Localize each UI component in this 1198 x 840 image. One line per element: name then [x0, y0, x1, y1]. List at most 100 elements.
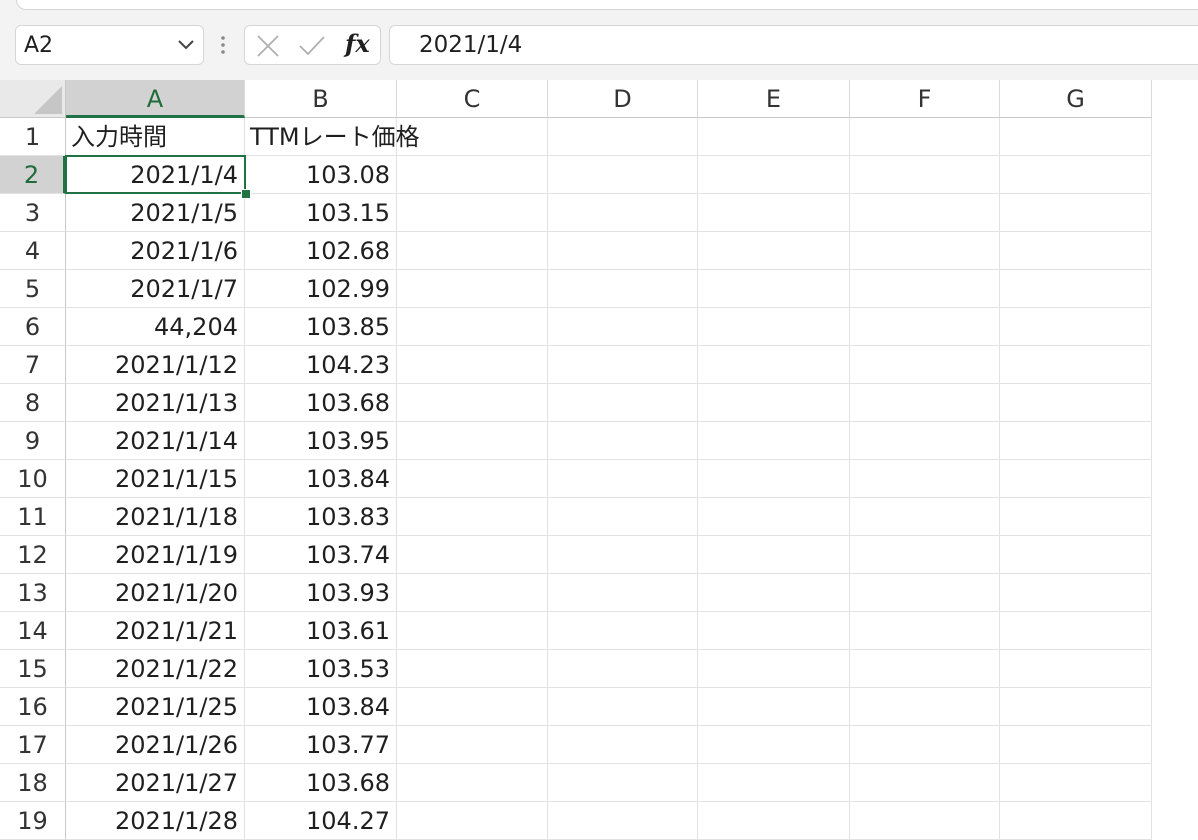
row-header-14[interactable]: 14	[0, 612, 66, 650]
column-header-f[interactable]: F	[850, 80, 1000, 118]
cell-a17[interactable]: 2021/1/26	[66, 726, 245, 764]
row-header-17[interactable]: 17	[0, 726, 66, 764]
cell-b19[interactable]: 104.27	[245, 802, 397, 840]
cell-f7[interactable]	[850, 346, 1000, 384]
cell-d3[interactable]	[548, 194, 698, 232]
cell-c12[interactable]	[397, 536, 548, 574]
row-header-18[interactable]: 18	[0, 764, 66, 802]
cell-e16[interactable]	[698, 688, 850, 726]
cell-b15[interactable]: 103.53	[245, 650, 397, 688]
cell-a19[interactable]: 2021/1/28	[66, 802, 245, 840]
cell-a9[interactable]: 2021/1/14	[66, 422, 245, 460]
cell-e17[interactable]	[698, 726, 850, 764]
cell-e12[interactable]	[698, 536, 850, 574]
cell-a6[interactable]: 44,204	[66, 308, 245, 346]
cell-f11[interactable]	[850, 498, 1000, 536]
cell-a3[interactable]: 2021/1/5	[66, 194, 245, 232]
row-header-4[interactable]: 4	[0, 232, 66, 270]
cell-a15[interactable]: 2021/1/22	[66, 650, 245, 688]
cell-g2[interactable]	[1000, 156, 1152, 194]
cell-c6[interactable]	[397, 308, 548, 346]
cell-f18[interactable]	[850, 764, 1000, 802]
cell-e2[interactable]	[698, 156, 850, 194]
row-header-6[interactable]: 6	[0, 308, 66, 346]
cell-a8[interactable]: 2021/1/13	[66, 384, 245, 422]
cell-c8[interactable]	[397, 384, 548, 422]
row-header-9[interactable]: 9	[0, 422, 66, 460]
cell-c11[interactable]	[397, 498, 548, 536]
cell-a11[interactable]: 2021/1/18	[66, 498, 245, 536]
cell-c15[interactable]	[397, 650, 548, 688]
cell-e5[interactable]	[698, 270, 850, 308]
cell-b9[interactable]: 103.95	[245, 422, 397, 460]
cell-e6[interactable]	[698, 308, 850, 346]
cell-f8[interactable]	[850, 384, 1000, 422]
column-header-g[interactable]: G	[1000, 80, 1152, 118]
column-header-c[interactable]: C	[397, 80, 548, 118]
column-header-d[interactable]: D	[548, 80, 698, 118]
cell-e13[interactable]	[698, 574, 850, 612]
row-header-19[interactable]: 19	[0, 802, 66, 840]
cell-a7[interactable]: 2021/1/12	[66, 346, 245, 384]
cell-g1[interactable]	[1000, 118, 1152, 156]
cell-a12[interactable]: 2021/1/19	[66, 536, 245, 574]
cell-g7[interactable]	[1000, 346, 1152, 384]
cell-g5[interactable]	[1000, 270, 1152, 308]
select-all-button[interactable]	[0, 80, 66, 118]
cell-b7[interactable]: 104.23	[245, 346, 397, 384]
cell-f10[interactable]	[850, 460, 1000, 498]
row-header-5[interactable]: 5	[0, 270, 66, 308]
cell-f16[interactable]	[850, 688, 1000, 726]
cell-g16[interactable]	[1000, 688, 1152, 726]
cell-c13[interactable]	[397, 574, 548, 612]
cell-c4[interactable]	[397, 232, 548, 270]
more-options-icon[interactable]	[217, 33, 229, 57]
check-icon[interactable]	[297, 33, 327, 59]
cell-d17[interactable]	[548, 726, 698, 764]
cell-g18[interactable]	[1000, 764, 1152, 802]
cell-a13[interactable]: 2021/1/20	[66, 574, 245, 612]
row-header-2[interactable]: 2	[0, 156, 66, 194]
row-header-12[interactable]: 12	[0, 536, 66, 574]
row-header-11[interactable]: 11	[0, 498, 66, 536]
cell-f6[interactable]	[850, 308, 1000, 346]
cell-b6[interactable]: 103.85	[245, 308, 397, 346]
column-header-e[interactable]: E	[698, 80, 850, 118]
cell-f13[interactable]	[850, 574, 1000, 612]
cell-f1[interactable]	[850, 118, 1000, 156]
cell-c2[interactable]	[397, 156, 548, 194]
cell-d1[interactable]	[548, 118, 698, 156]
cell-f4[interactable]	[850, 232, 1000, 270]
row-header-15[interactable]: 15	[0, 650, 66, 688]
cell-g11[interactable]	[1000, 498, 1152, 536]
row-header-16[interactable]: 16	[0, 688, 66, 726]
cell-b11[interactable]: 103.83	[245, 498, 397, 536]
cell-d8[interactable]	[548, 384, 698, 422]
cell-c14[interactable]	[397, 612, 548, 650]
cell-d7[interactable]	[548, 346, 698, 384]
formula-input[interactable]: 2021/1/4	[389, 25, 1198, 65]
cell-a4[interactable]: 2021/1/6	[66, 232, 245, 270]
cell-c17[interactable]	[397, 726, 548, 764]
cell-c10[interactable]	[397, 460, 548, 498]
cell-e11[interactable]	[698, 498, 850, 536]
cell-b5[interactable]: 102.99	[245, 270, 397, 308]
cell-d18[interactable]	[548, 764, 698, 802]
row-header-7[interactable]: 7	[0, 346, 66, 384]
cell-c1[interactable]	[397, 118, 548, 156]
cell-f2[interactable]	[850, 156, 1000, 194]
cell-a18[interactable]: 2021/1/27	[66, 764, 245, 802]
cell-g8[interactable]	[1000, 384, 1152, 422]
cell-e9[interactable]	[698, 422, 850, 460]
cell-a5[interactable]: 2021/1/7	[66, 270, 245, 308]
cell-e4[interactable]	[698, 232, 850, 270]
row-header-3[interactable]: 3	[0, 194, 66, 232]
column-header-a[interactable]: A	[66, 80, 245, 118]
cell-e1[interactable]	[698, 118, 850, 156]
cell-c7[interactable]	[397, 346, 548, 384]
cell-g6[interactable]	[1000, 308, 1152, 346]
cell-c9[interactable]	[397, 422, 548, 460]
cell-d12[interactable]	[548, 536, 698, 574]
cell-b17[interactable]: 103.77	[245, 726, 397, 764]
cell-e10[interactable]	[698, 460, 850, 498]
